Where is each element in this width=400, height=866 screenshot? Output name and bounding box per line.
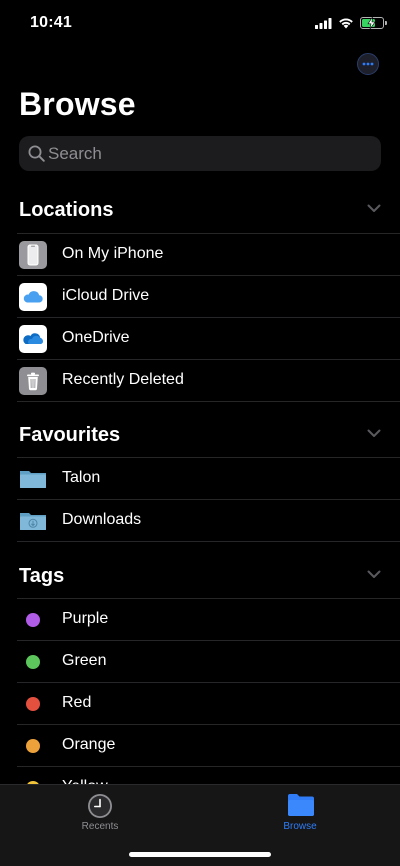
tag-item-green[interactable]: Green [17,640,400,682]
favourite-label: Talon [62,469,101,486]
tag-color-dot [26,613,40,627]
battery-cap [385,21,387,25]
tag-item-purple[interactable]: Purple [17,598,400,640]
favourite-label: Downloads [62,511,142,528]
search-field[interactable] [19,136,381,171]
tab-browse[interactable]: Browse [200,785,400,835]
onedrive-icon [19,325,47,353]
location-item-onedrive[interactable]: OneDrive [17,317,400,359]
location-item-icloud-drive[interactable]: iCloud Drive [17,275,400,317]
location-label: iCloud Drive [62,287,150,304]
tag-label: Orange [62,736,116,753]
status-icons [315,15,387,31]
tag-item-red[interactable]: Red [17,682,400,724]
wifi-icon [339,18,353,29]
list-end-divider [17,541,400,542]
section-header-tags[interactable]: Tags [19,565,381,591]
chevron-down-icon[interactable] [367,429,381,438]
battery-icon [360,17,387,29]
cellular-signal-icon [315,17,332,29]
search-icon [28,145,45,162]
clock-icon [88,794,112,818]
favourite-item-downloads[interactable]: Downloads [17,499,400,541]
icloud-icon [19,283,47,311]
locations-list: On My iPhone iCloud Drive OneDrive Recen… [17,233,400,402]
location-label: Recently Deleted [62,371,184,388]
tab-label-recents: Recents [81,821,119,832]
section-title-favourites: Favourites [19,424,121,446]
tab-label-browse: Browse [283,821,317,832]
search-input[interactable] [48,136,368,171]
chevron-down-icon[interactable] [367,204,381,213]
tag-label: Red [62,694,92,711]
section-header-locations[interactable]: Locations [19,199,381,225]
location-label: OneDrive [62,329,130,346]
list-end-divider [17,401,400,402]
downloads-folder-icon [20,513,46,530]
page-title: Browse [19,86,136,122]
charging-bolt-icon [367,17,376,29]
iphone-icon [19,241,47,269]
more-options-button[interactable] [357,53,379,75]
ellipsis-icon [362,62,374,66]
tag-color-dot [26,739,40,753]
home-indicator [129,852,271,857]
tab-recents[interactable]: Recents [0,785,200,835]
trash-icon [19,367,47,395]
status-time: 10:41 [30,14,72,31]
tag-color-dot [26,697,40,711]
chevron-down-icon[interactable] [367,570,381,579]
files-browse-screen: 10:41 Browse Search Locations On My iPho… [0,0,400,866]
folder-icon [288,794,314,816]
location-item-on-my-iphone[interactable]: On My iPhone [17,233,400,275]
tag-item-orange[interactable]: Orange [17,724,400,766]
folder-icon [20,471,46,488]
section-title-locations: Locations [19,199,114,221]
tag-label: Green [62,652,107,669]
tag-label: Purple [62,610,109,627]
status-bar: 10:41 [0,0,400,46]
location-label: On My iPhone [62,245,164,262]
favourites-list: Talon Downloads [17,457,400,542]
location-item-recently-deleted[interactable]: Recently Deleted [17,359,400,401]
tags-list: Purple Green Red Orange Yellow [17,598,400,808]
section-title-tags: Tags [19,565,65,587]
favourite-item-talon[interactable]: Talon [17,457,400,499]
tag-color-dot [26,655,40,669]
section-header-favourites[interactable]: Favourites [19,424,381,450]
